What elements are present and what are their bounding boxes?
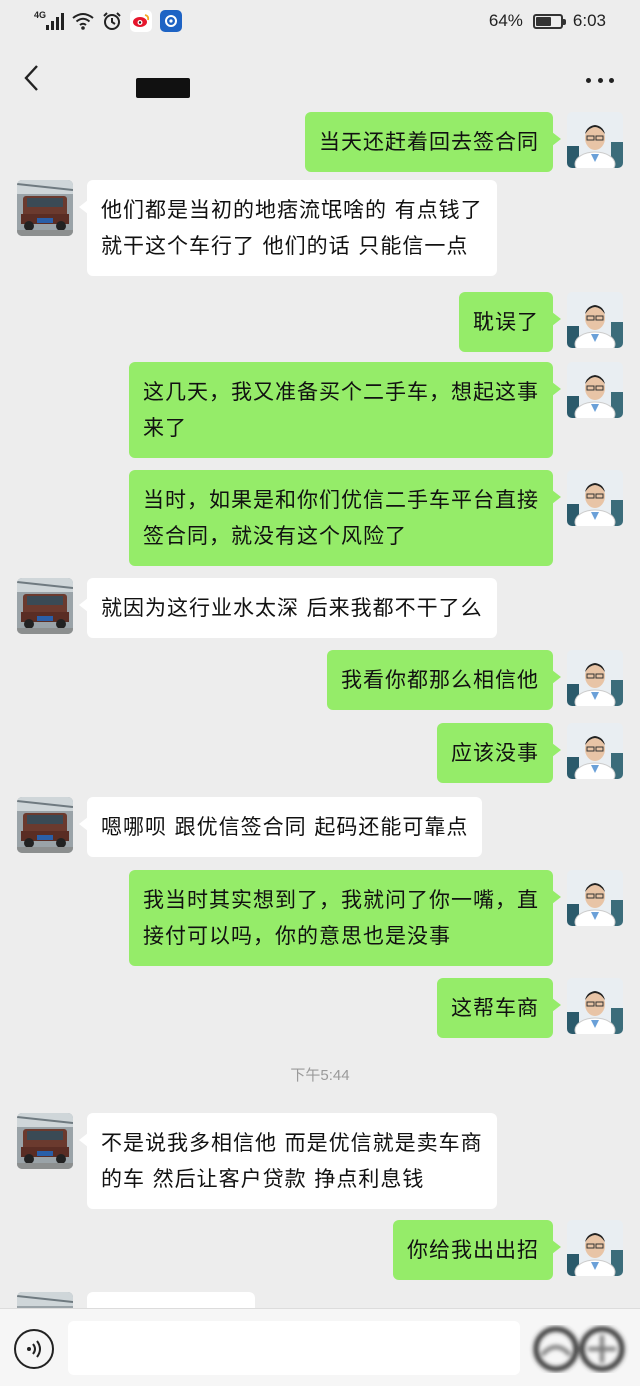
voice-icon	[27, 1340, 41, 1358]
message-bubble[interactable]: 当天还赶着回去签合同	[305, 112, 561, 172]
my-avatar[interactable]	[567, 362, 623, 418]
chat-message-list[interactable]: 当天还赶着回去签合同他们都是当初的地痞流氓啥的 有点钱了 就干这个车行了 他们的…	[0, 112, 640, 1308]
message-bubble[interactable]: 耽误了	[459, 292, 561, 352]
message-timestamp: 下午5:44	[290, 1067, 350, 1084]
input-bar	[0, 1308, 640, 1386]
incoming-message-partial	[0, 1292, 640, 1308]
outgoing-message: 这帮车商	[0, 978, 640, 1038]
contact-avatar[interactable]	[17, 1292, 73, 1308]
status-bar: 4G 64% 6:03	[0, 0, 640, 44]
outgoing-message: 当天还赶着回去签合同	[0, 112, 640, 172]
more-options-button[interactable]	[586, 76, 614, 84]
news-app-icon	[160, 10, 182, 32]
incoming-message: 他们都是当初的地痞流氓啥的 有点钱了 就干这个车行了 他们的话 只能信一点	[0, 180, 640, 276]
my-avatar[interactable]	[567, 650, 623, 706]
contact-avatar[interactable]	[17, 797, 73, 853]
outgoing-message: 我看你都那么相信他	[0, 650, 640, 710]
clock-time: 6:03	[572, 11, 606, 30]
blurred-emoji-plus-buttons[interactable]	[522, 1325, 630, 1375]
outgoing-message: 应该没事	[0, 723, 640, 783]
status-icons-left: 4G	[34, 10, 182, 32]
chevron-left-icon	[24, 65, 38, 91]
message-bubble[interactable]: 他们都是当初的地痞流氓啥的 有点钱了 就干这个车行了 他们的话 只能信一点	[79, 180, 497, 276]
my-avatar[interactable]	[567, 470, 623, 526]
cell-signal-icon: 4G	[34, 10, 64, 30]
message-bubble[interactable]: 这几天，我又准备买个二手车，想起这事 来了	[129, 362, 561, 458]
my-avatar[interactable]	[567, 723, 623, 779]
contact-avatar[interactable]	[17, 578, 73, 634]
message-bubble[interactable]: 这帮车商	[437, 978, 561, 1038]
wifi-icon	[72, 13, 94, 30]
my-avatar[interactable]	[567, 112, 623, 168]
my-avatar[interactable]	[567, 1220, 623, 1276]
message-bubble[interactable]: 我看你都那么相信他	[327, 650, 561, 710]
status-icons-right: 64% 6:03	[489, 11, 606, 31]
weibo-app-icon	[130, 10, 152, 32]
my-avatar[interactable]	[567, 978, 623, 1034]
message-input[interactable]	[68, 1321, 520, 1375]
my-avatar[interactable]	[567, 292, 623, 348]
outgoing-message: 耽误了	[0, 292, 640, 352]
message-bubble[interactable]: 当时，如果是和你们优信二手车平台直接 签合同，就没有这个风险了	[129, 470, 561, 566]
outgoing-message: 你给我出出招	[0, 1220, 640, 1280]
incoming-message: 不是说我多相信他 而是优信就是卖车商 的车 然后让客户贷款 挣点利息钱	[0, 1113, 640, 1209]
message-bubble[interactable]: 你给我出出招	[393, 1220, 561, 1280]
contact-avatar[interactable]	[17, 1113, 73, 1169]
message-bubble[interactable]: 不是说我多相信他 而是优信就是卖车商 的车 然后让客户贷款 挣点利息钱	[79, 1113, 497, 1209]
outgoing-message: 这几天，我又准备买个二手车，想起这事 来了	[0, 362, 640, 458]
back-button[interactable]	[16, 62, 46, 94]
contact-avatar[interactable]	[17, 180, 73, 236]
message-bubble-partial[interactable]	[87, 1292, 255, 1308]
message-bubble[interactable]: 应该没事	[437, 723, 561, 783]
battery-percent: 64%	[488, 11, 523, 30]
alarm-clock-icon	[103, 12, 121, 30]
chat-title-bar	[0, 44, 640, 112]
message-bubble[interactable]: 嗯哪呗 跟优信签合同 起码还能可靠点	[78, 797, 483, 857]
incoming-message: 嗯哪呗 跟优信签合同 起码还能可靠点	[0, 797, 640, 857]
message-bubble[interactable]: 我当时其实想到了，我就问了你一嘴，直 接付可以吗，你的意思也是没事	[129, 870, 561, 966]
network-type-label: 4G	[34, 10, 47, 20]
outgoing-message: 我当时其实想到了，我就问了你一嘴，直 接付可以吗，你的意思也是没事	[0, 870, 640, 966]
outgoing-message: 当时，如果是和你们优信二手车平台直接 签合同，就没有这个风险了	[0, 470, 640, 566]
battery-icon	[532, 13, 566, 29]
my-avatar[interactable]	[567, 870, 623, 926]
incoming-message: 就因为这行业水太深 后来我都不干了么	[0, 578, 640, 638]
contact-name-redacted	[136, 78, 190, 98]
message-bubble[interactable]: 就因为这行业水太深 后来我都不干了么	[79, 578, 497, 638]
more-dots-icon	[586, 77, 591, 83]
voice-input-button[interactable]	[14, 1329, 54, 1369]
